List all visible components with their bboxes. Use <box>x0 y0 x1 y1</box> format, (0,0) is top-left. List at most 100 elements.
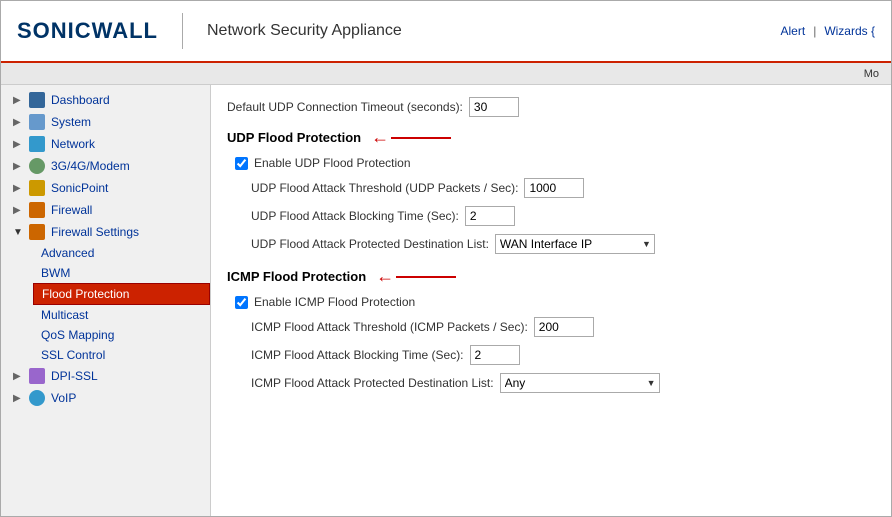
sidebar-label-system: System <box>51 115 91 129</box>
expand-arrow-system: ▶ <box>13 117 23 128</box>
icmp-dest-list-label: ICMP Flood Attack Protected Destination … <box>251 376 494 390</box>
sidebar-label-flood-protection: Flood Protection <box>42 287 129 301</box>
sidebar-label-modem: 3G/4G/Modem <box>51 159 130 173</box>
modem-icon <box>29 158 45 174</box>
icmp-threshold-input[interactable] <box>534 317 594 337</box>
udp-heading-text: UDP Flood Protection <box>227 130 361 145</box>
icmp-arrow-line <box>396 276 456 278</box>
udp-dest-list-row: UDP Flood Attack Protected Destination L… <box>251 234 875 254</box>
app-title: Network Security Appliance <box>207 22 402 40</box>
sidebar-item-modem[interactable]: ▶ 3G/4G/Modem <box>1 155 210 177</box>
sidebar-label-network: Network <box>51 137 95 151</box>
sidebar-label-voip: VoIP <box>51 391 76 405</box>
udp-red-arrow: ← <box>371 127 389 148</box>
expand-arrow-sonicpoint: ▶ <box>13 183 23 194</box>
sidebar: ▶ Dashboard ▶ System ▶ Network ▶ 3G/4G/M… <box>1 85 211 516</box>
sidebar-item-voip[interactable]: ▶ VoIP <box>1 387 210 409</box>
icmp-dest-list-select[interactable]: Any WAN Interface IP Custom <box>500 373 660 393</box>
udp-blocking-label: UDP Flood Attack Blocking Time (Sec): <box>251 209 459 223</box>
udp-enable-label: Enable UDP Flood Protection <box>254 156 411 170</box>
sidebar-label-advanced: Advanced <box>41 246 94 260</box>
expand-arrow-fw-settings: ▼ <box>13 227 23 238</box>
icmp-enable-row: Enable ICMP Flood Protection <box>235 295 875 309</box>
logo-divider <box>182 13 183 49</box>
sidebar-item-advanced[interactable]: Advanced <box>33 243 210 263</box>
udp-arrow-line <box>391 137 451 139</box>
sidebar-item-qos-mapping[interactable]: QoS Mapping <box>33 325 210 345</box>
udp-timeout-label: Default UDP Connection Timeout (seconds)… <box>227 100 463 114</box>
expand-arrow-dashboard: ▶ <box>13 95 23 106</box>
icmp-enable-checkbox[interactable] <box>235 296 248 309</box>
icmp-enable-label: Enable ICMP Flood Protection <box>254 295 415 309</box>
sidebar-label-firewall: Firewall <box>51 203 92 217</box>
system-icon <box>29 114 45 130</box>
firewall-icon <box>29 202 45 218</box>
udp-timeout-input[interactable] <box>469 97 519 117</box>
sidebar-item-system[interactable]: ▶ System <box>1 111 210 133</box>
expand-arrow-dpissl: ▶ <box>13 371 23 382</box>
udp-threshold-input[interactable] <box>524 178 584 198</box>
sidebar-label-sonicpoint: SonicPoint <box>51 181 108 195</box>
udp-blocking-row: UDP Flood Attack Blocking Time (Sec): <box>251 206 875 226</box>
sonicpoint-icon <box>29 180 45 196</box>
sidebar-label-multicast: Multicast <box>41 308 88 322</box>
udp-enable-checkbox[interactable] <box>235 157 248 170</box>
expand-arrow-network: ▶ <box>13 139 23 150</box>
dashboard-icon <box>29 92 45 108</box>
expand-arrow-voip: ▶ <box>13 393 23 404</box>
icmp-heading-text: ICMP Flood Protection <box>227 269 366 284</box>
sidebar-item-firewall-settings[interactable]: ▼ Firewall Settings <box>1 221 210 243</box>
udp-dest-list-label: UDP Flood Attack Protected Destination L… <box>251 237 489 251</box>
sidebar-label-dashboard: Dashboard <box>51 93 110 107</box>
sidebar-item-dpissl[interactable]: ▶ DPI-SSL <box>1 365 210 387</box>
main-area: ▶ Dashboard ▶ System ▶ Network ▶ 3G/4G/M… <box>1 85 891 516</box>
udp-dest-list-select-wrapper: WAN Interface IP Any Custom <box>495 234 655 254</box>
sidebar-label-bwm: BWM <box>41 266 70 280</box>
udp-threshold-row: UDP Flood Attack Threshold (UDP Packets … <box>251 178 875 198</box>
sidebar-label-fw-settings: Firewall Settings <box>51 225 139 239</box>
expand-arrow-firewall: ▶ <box>13 205 23 216</box>
icmp-blocking-input[interactable] <box>470 345 520 365</box>
header: SONICWALL Network Security Appliance Ale… <box>1 1 891 63</box>
udp-dest-list-select[interactable]: WAN Interface IP Any Custom <box>495 234 655 254</box>
content: Default UDP Connection Timeout (seconds)… <box>211 85 891 516</box>
icmp-red-arrow: ← <box>376 266 394 287</box>
udp-enable-row: Enable UDP Flood Protection <box>235 156 875 170</box>
alert-link[interactable]: Alert <box>781 24 806 38</box>
pipe-separator: | <box>813 24 816 38</box>
dpissl-icon <box>29 368 45 384</box>
sidebar-item-bwm[interactable]: BWM <box>33 263 210 283</box>
header-links: Alert | Wizards { <box>781 24 876 38</box>
wizards-link[interactable]: Wizards { <box>824 24 875 38</box>
voip-icon <box>29 390 45 406</box>
sidebar-item-flood-protection[interactable]: Flood Protection <box>33 283 210 305</box>
sidebar-label-dpissl: DPI-SSL <box>51 369 98 383</box>
udp-threshold-label: UDP Flood Attack Threshold (UDP Packets … <box>251 181 518 195</box>
sidebar-label-qos-mapping: QoS Mapping <box>41 328 114 342</box>
icmp-blocking-label: ICMP Flood Attack Blocking Time (Sec): <box>251 348 464 362</box>
icmp-blocking-row: ICMP Flood Attack Blocking Time (Sec): <box>251 345 875 365</box>
sidebar-item-firewall[interactable]: ▶ Firewall <box>1 199 210 221</box>
icmp-threshold-label: ICMP Flood Attack Threshold (ICMP Packet… <box>251 320 528 334</box>
udp-section-heading: UDP Flood Protection ← <box>227 127 875 148</box>
top-bar-text: Mo <box>864 68 879 80</box>
logo-area: SONICWALL Network Security Appliance <box>17 13 402 49</box>
sidebar-item-network[interactable]: ▶ Network <box>1 133 210 155</box>
sidebar-item-sonicpoint[interactable]: ▶ SonicPoint <box>1 177 210 199</box>
icmp-section-heading: ICMP Flood Protection ← <box>227 266 875 287</box>
fw-settings-icon <box>29 224 45 240</box>
sidebar-item-dashboard[interactable]: ▶ Dashboard <box>1 89 210 111</box>
network-icon <box>29 136 45 152</box>
sidebar-label-ssl-control: SSL Control <box>41 348 105 362</box>
sidebar-item-multicast[interactable]: Multicast <box>33 305 210 325</box>
logo: SONICWALL <box>17 18 158 44</box>
icmp-dest-list-row: ICMP Flood Attack Protected Destination … <box>251 373 875 393</box>
top-bar: Mo <box>1 63 891 85</box>
udp-blocking-input[interactable] <box>465 206 515 226</box>
default-udp-timeout-row: Default UDP Connection Timeout (seconds)… <box>227 97 875 117</box>
sidebar-item-ssl-control[interactable]: SSL Control <box>33 345 210 365</box>
icmp-dest-list-select-wrapper: Any WAN Interface IP Custom <box>500 373 660 393</box>
sidebar-sub-fw-settings: Advanced BWM Flood Protection Multicast … <box>1 243 210 365</box>
icmp-threshold-row: ICMP Flood Attack Threshold (ICMP Packet… <box>251 317 875 337</box>
expand-arrow-modem: ▶ <box>13 161 23 172</box>
